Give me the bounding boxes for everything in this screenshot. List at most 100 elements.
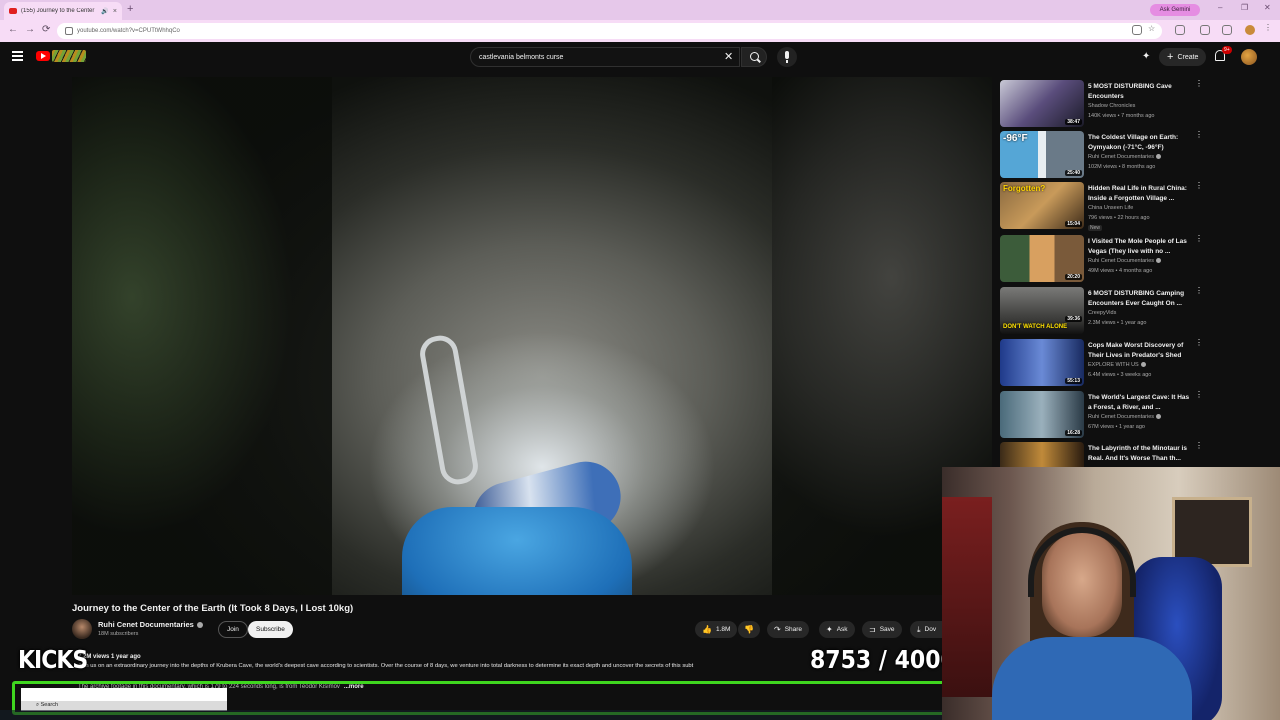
- more-vert-icon[interactable]: ⋮: [1195, 80, 1203, 88]
- download-button[interactable]: ⤓ Dov: [910, 621, 942, 638]
- thumbnail-caption: -96°F: [1003, 133, 1028, 144]
- more-vert-icon[interactable]: ⋮: [1195, 235, 1203, 243]
- more-vert-icon[interactable]: ⋮: [1195, 339, 1203, 347]
- menu-icon[interactable]: [12, 51, 23, 61]
- rec-channel-text: Ruhi Cenet Documentaries: [1088, 258, 1155, 264]
- tab-close-icon[interactable]: ×: [113, 8, 117, 15]
- arrow-left-icon[interactable]: ←: [8, 24, 18, 35]
- rec-title[interactable]: Cops Make Worst Discovery of Their Lives…: [1088, 341, 1193, 361]
- profile-avatar[interactable]: [1245, 25, 1255, 35]
- list-item[interactable]: DON'T WATCH ALONE 39:36 6 MOST DISTURBING…: [1000, 287, 1205, 335]
- rec-channel[interactable]: CreepyVids: [1088, 310, 1116, 316]
- video-thumbnail[interactable]: 16:28: [1000, 391, 1084, 438]
- more-vert-icon[interactable]: ⋮: [1195, 131, 1203, 139]
- join-button[interactable]: Join: [218, 621, 248, 638]
- duration-badge: 15:04: [1065, 221, 1082, 227]
- video-thumbnail[interactable]: [1000, 442, 1084, 467]
- reload-icon[interactable]: ⟳: [42, 24, 50, 35]
- address-bar[interactable]: youtube.com/watch?v=CPUTtWhhqCo: [57, 23, 1162, 39]
- menu-dots-icon[interactable]: ⋮: [1264, 23, 1274, 33]
- like-button[interactable]: 👍 1.8M: [695, 621, 738, 638]
- notifications-badge: 9+: [1222, 46, 1232, 54]
- rec-meta: 2.3M views • 1 year ago: [1088, 320, 1147, 326]
- youtube-wordmark[interactable]: [52, 50, 86, 62]
- more-vert-icon[interactable]: ⋮: [1195, 391, 1203, 399]
- video-thumbnail[interactable]: DON'T WATCH ALONE 39:36: [1000, 287, 1084, 334]
- rec-title[interactable]: The Coldest Village on Earth: Oymyakon (…: [1088, 133, 1193, 153]
- ask-button[interactable]: ✦ Ask: [819, 621, 855, 638]
- create-button[interactable]: + Create: [1159, 48, 1207, 66]
- gear-icon[interactable]: ✦: [1142, 51, 1150, 62]
- list-item[interactable]: Forgotten? 15:04 Hidden Real Life in Rura…: [1000, 182, 1205, 231]
- extensions-icon[interactable]: [1175, 25, 1185, 35]
- browser-tab[interactable]: (155) Journey to the Center 🔊 ×: [4, 2, 122, 20]
- voice-search-button[interactable]: [777, 47, 797, 67]
- rec-title[interactable]: 5 MOST DISTURBING Cave Encounters: [1088, 82, 1193, 102]
- site-info-icon[interactable]: [65, 27, 73, 35]
- youtube-logo-icon[interactable]: [36, 51, 50, 61]
- list-item[interactable]: 16:28 The World's Largest Cave: It Has a…: [1000, 391, 1205, 439]
- video-thumbnail[interactable]: 55:13: [1000, 339, 1084, 386]
- search-input[interactable]: castlevania belmonts curse: [470, 47, 740, 67]
- description-text[interactable]: Join us on an extraordinary journey into…: [78, 663, 868, 669]
- more-vert-icon[interactable]: ⋮: [1195, 287, 1203, 295]
- browser-tab-bar: (155) Journey to the Center 🔊 × + Ask Ge…: [0, 0, 1280, 20]
- downloads-icon[interactable]: [1200, 25, 1210, 35]
- taskbar-search[interactable]: ⌕ Search: [36, 702, 58, 709]
- video-thumbnail[interactable]: Forgotten? 15:04: [1000, 182, 1084, 229]
- subscriber-count: 18M subscribers: [98, 631, 139, 637]
- rec-channel[interactable]: China Unseen Life: [1088, 205, 1133, 211]
- video-thumbnail[interactable]: -96°F 25:40: [1000, 131, 1084, 178]
- video-player[interactable]: [72, 77, 992, 595]
- more-vert-icon[interactable]: ⋮: [1195, 442, 1203, 450]
- rec-title[interactable]: Hidden Real Life in Rural China: Inside …: [1088, 184, 1193, 204]
- dislike-button[interactable]: 👎: [738, 621, 760, 638]
- rec-channel[interactable]: EXPLORE WITH US: [1088, 362, 1146, 368]
- clear-search-icon[interactable]: ✕: [724, 50, 733, 63]
- save-button[interactable]: ⊐ Save: [862, 621, 902, 638]
- ask-label: Ask: [836, 626, 848, 633]
- close-window-button[interactable]: ✕: [1264, 3, 1271, 12]
- new-tab-button[interactable]: +: [127, 3, 133, 15]
- sidepanel-icon[interactable]: [1222, 25, 1232, 35]
- download-label: Dov: [924, 626, 937, 633]
- rec-title[interactable]: I Visited The Mole People of Las Vegas (…: [1088, 237, 1193, 257]
- arrow-right-icon[interactable]: →: [25, 24, 35, 35]
- channel-avatar[interactable]: [72, 619, 92, 639]
- rec-channel[interactable]: Ruhi Cenet Documentaries: [1088, 414, 1162, 420]
- list-item[interactable]: -96°F 25:40 The Coldest Village on Earth:…: [1000, 131, 1205, 179]
- list-item[interactable]: 20:20 I Visited The Mole People of Las V…: [1000, 235, 1205, 283]
- video-thumbnail[interactable]: 20:20: [1000, 235, 1084, 282]
- new-badge: New: [1088, 225, 1103, 231]
- rec-meta: 102M views • 8 months ago: [1088, 164, 1156, 170]
- verified-icon: [1156, 154, 1162, 160]
- channel-name[interactable]: Ruhi Cenet Documentaries: [98, 620, 203, 629]
- address-url: youtube.com/watch?v=CPUTtWhhqCo: [77, 28, 180, 34]
- restore-button[interactable]: ❐: [1241, 3, 1248, 12]
- rec-channel[interactable]: Shadow Chronicles: [1088, 103, 1135, 109]
- rec-meta: 6.4M views • 3 weeks ago: [1088, 372, 1152, 378]
- rec-channel[interactable]: Ruhi Cenet Documentaries: [1088, 258, 1162, 264]
- more-vert-icon[interactable]: ⋮: [1195, 182, 1203, 190]
- rec-title[interactable]: The World's Largest Cave: It Has a Fores…: [1088, 393, 1193, 413]
- list-item[interactable]: 55:13 Cops Make Worst Discovery of Their…: [1000, 339, 1205, 387]
- cast-icon[interactable]: [1132, 25, 1142, 35]
- rec-title[interactable]: 6 MOST DISTURBING Camping Encounters Eve…: [1088, 289, 1193, 309]
- subscribe-button[interactable]: Subscribe: [248, 621, 293, 638]
- minimize-button[interactable]: –: [1218, 3, 1222, 12]
- avatar[interactable]: [1241, 49, 1257, 65]
- list-item[interactable]: The Labyrinth of the Minotaur is Real. A…: [1000, 442, 1205, 467]
- list-item[interactable]: 38:47 5 MOST DISTURBING Cave Encounters …: [1000, 80, 1205, 128]
- search-button[interactable]: [741, 47, 767, 67]
- rec-title[interactable]: The Labyrinth of the Minotaur is Real. A…: [1088, 444, 1193, 464]
- rec-channel[interactable]: Ruhi Cenet Documentaries: [1088, 154, 1162, 160]
- video-thumbnail[interactable]: 38:47: [1000, 80, 1084, 127]
- share-button[interactable]: ↷ Share: [767, 621, 810, 638]
- rec-meta: 67M views • 1 year ago: [1088, 424, 1145, 430]
- speaker-icon[interactable]: 🔊: [101, 8, 108, 15]
- webcam-overlay: [942, 467, 1280, 720]
- star-icon[interactable]: ☆: [1148, 24, 1158, 34]
- thumbnail-caption: Forgotten?: [1003, 184, 1046, 193]
- view-count: 7.2M views 1 year ago: [78, 654, 141, 660]
- ask-gemini-button[interactable]: Ask Gemini: [1150, 4, 1200, 16]
